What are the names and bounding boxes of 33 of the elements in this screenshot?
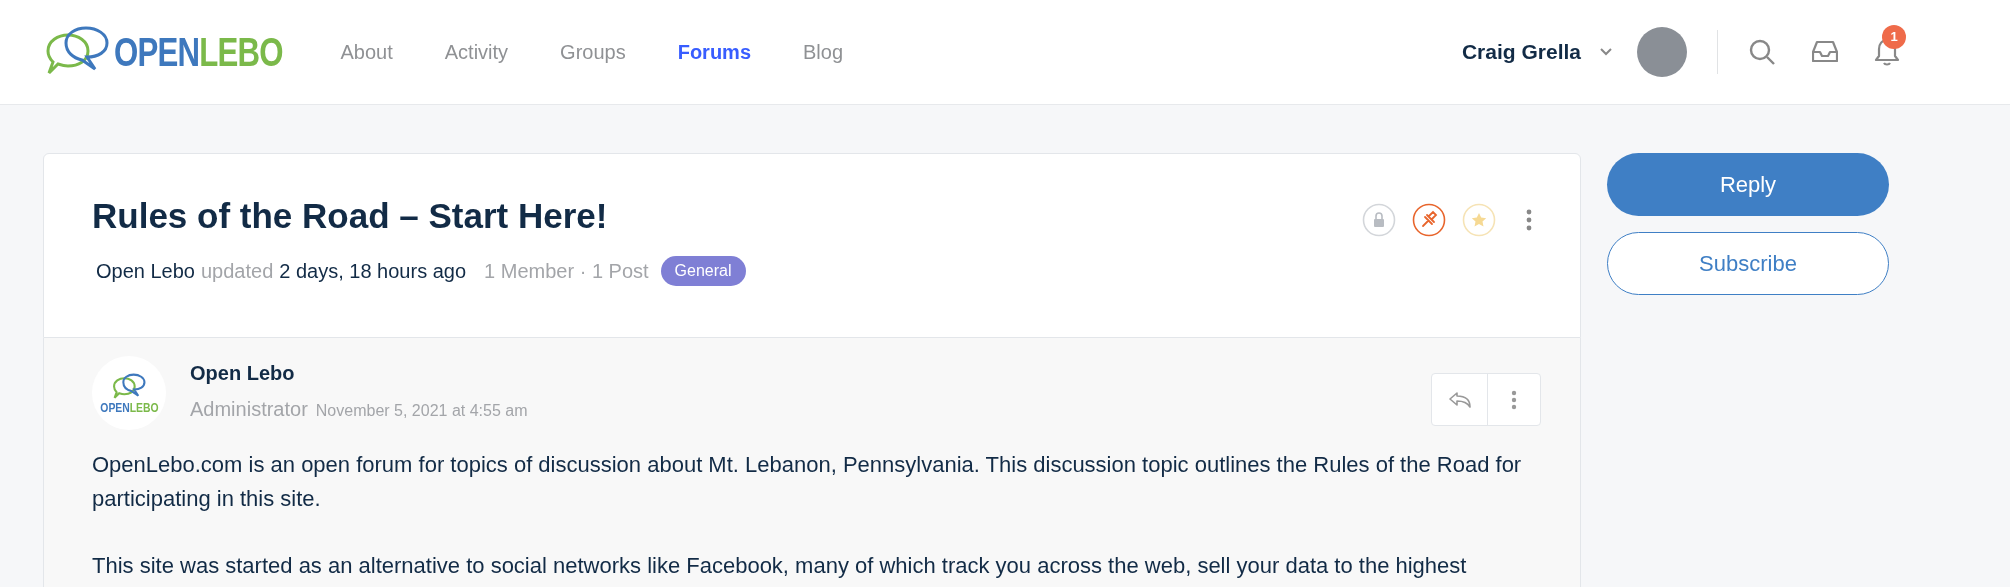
logo-text: OPENLEBO <box>99 400 159 414</box>
subscribe-button[interactable]: Subscribe <box>1607 232 1889 295</box>
post-author[interactable]: Open Lebo <box>190 358 528 388</box>
more-icon <box>1511 389 1517 410</box>
user-name[interactable]: Craig Grella <box>1461 36 1581 68</box>
pin-icon[interactable] <box>1412 203 1446 237</box>
nav-link[interactable]: Activity <box>444 37 509 67</box>
topic-author[interactable]: Open Lebo <box>96 255 195 286</box>
nav-link[interactable]: Groups <box>560 37 626 67</box>
inbox-icon[interactable] <box>1812 39 1838 65</box>
notification-count: 1 <box>1882 25 1906 49</box>
reply-button[interactable]: Reply <box>1607 153 1889 216</box>
search-icon[interactable] <box>1748 38 1776 66</box>
post-paragraph: This site was started as an alternative to social networks like Facebook, many of which track you across the web, sell your data to the highest <box>92 552 1468 580</box>
lock-icon[interactable] <box>1362 203 1396 237</box>
nav-link[interactable]: Blog <box>803 37 844 67</box>
nav-link[interactable]: Forums <box>677 37 752 67</box>
updated-label: updated <box>201 258 274 284</box>
topic-title: Rules of the Road – Start Here! <box>92 195 608 237</box>
user-avatar[interactable] <box>1637 27 1687 77</box>
author-role: Administrator <box>190 397 308 422</box>
nav-link[interactable]: About <box>340 37 393 67</box>
logo-text: OPENLEBO <box>114 32 283 72</box>
topic-stats: 1 Member · 1 Post <box>484 258 649 284</box>
more-icon[interactable] <box>1526 209 1532 231</box>
forum-tag[interactable]: General <box>660 255 746 286</box>
author-avatar[interactable]: OPENLEBO <box>92 356 166 430</box>
post-paragraph: OpenLebo.com is an open forum for topics of discussion about Mt. Lebanon, Pennsylvania. This discussion topic outlines the Rules of the Road for participating in this site. <box>92 451 1523 513</box>
caret-icon[interactable] <box>1599 47 1613 57</box>
post-date: November 5, 2021 at 4:55 am <box>315 401 528 421</box>
updated-time: 2 days, 18 hours ago <box>279 258 467 284</box>
reply-arrow-icon <box>1448 390 1471 409</box>
speech-bubbles-icon <box>112 372 146 401</box>
